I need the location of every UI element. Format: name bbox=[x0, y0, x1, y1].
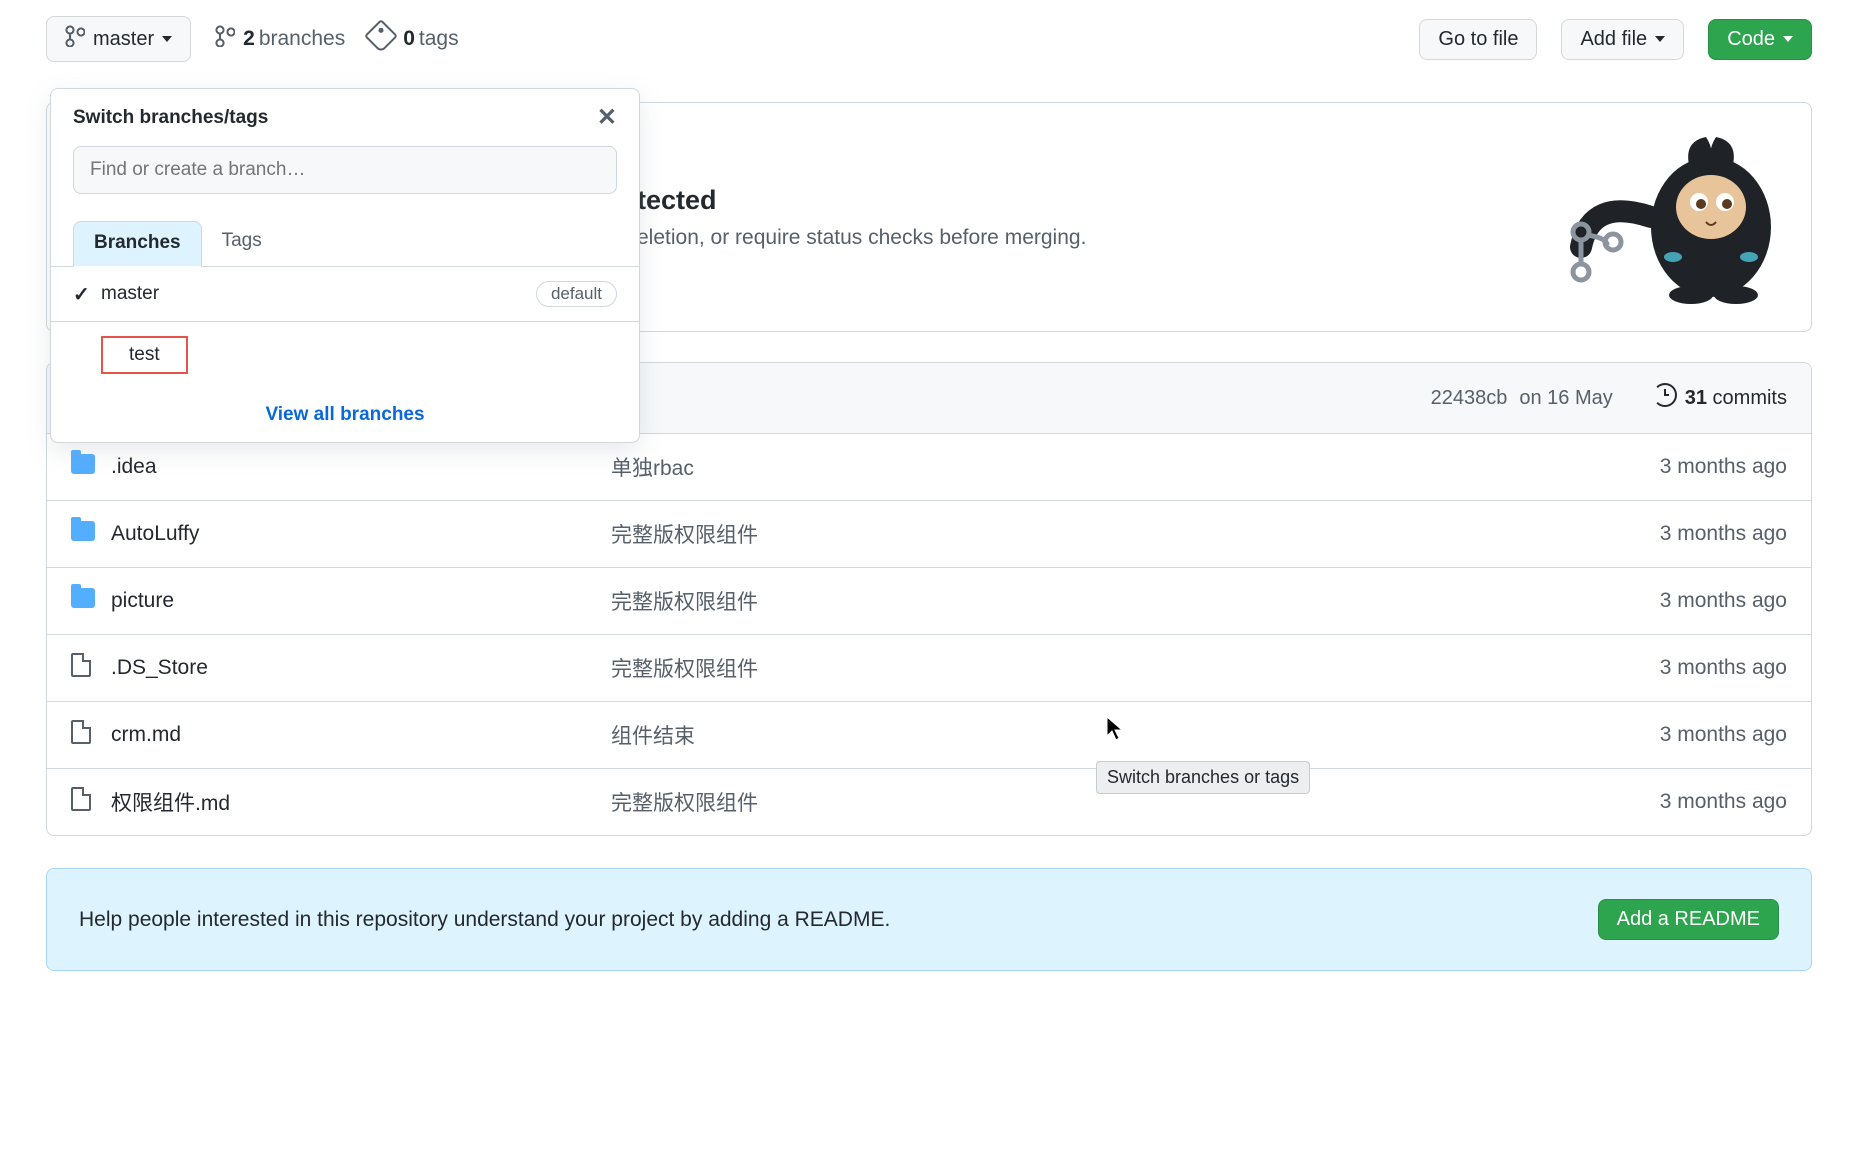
branch-name: master bbox=[101, 283, 159, 305]
folder-icon bbox=[71, 521, 95, 541]
file-row[interactable]: AutoLuffy完整版权限组件3 months ago bbox=[47, 501, 1811, 568]
commits-count: 31 bbox=[1685, 387, 1707, 410]
commit-sha[interactable]: 22438cb bbox=[1431, 387, 1508, 410]
folder-icon bbox=[71, 454, 95, 474]
branch-item-test[interactable]: test bbox=[51, 322, 639, 388]
history-icon bbox=[1653, 383, 1685, 413]
tags-link[interactable]: 0 tags bbox=[369, 24, 458, 54]
chevron-down-icon bbox=[1783, 36, 1793, 42]
commit-message[interactable]: 完整版权限组件 bbox=[611, 653, 1567, 683]
add-file-button[interactable]: Add file bbox=[1561, 19, 1684, 60]
commits-label: commits bbox=[1713, 387, 1787, 410]
branch-icon bbox=[65, 25, 93, 53]
readme-prompt-text: Help people interested in this repositor… bbox=[79, 908, 890, 932]
tags-count: 0 bbox=[403, 27, 415, 51]
default-badge: default bbox=[536, 281, 617, 307]
commit-message[interactable]: 完整版权限组件 bbox=[611, 586, 1567, 616]
popover-title: Switch branches/tags bbox=[73, 107, 268, 129]
file-name[interactable]: crm.md bbox=[111, 723, 611, 747]
view-all-branches-link[interactable]: View all branches bbox=[51, 388, 639, 442]
file-name[interactable]: .idea bbox=[111, 455, 611, 479]
file-icon bbox=[71, 720, 91, 744]
file-row[interactable]: .idea单独rbac3 months ago bbox=[47, 434, 1811, 501]
file-age: 3 months ago bbox=[1567, 589, 1787, 613]
branch-item-master[interactable]: ✓master default bbox=[51, 267, 639, 322]
tab-branches[interactable]: Branches bbox=[73, 221, 202, 267]
file-name[interactable]: .DS_Store bbox=[111, 656, 611, 680]
code-label: Code bbox=[1727, 28, 1775, 51]
go-to-file-button[interactable]: Go to file bbox=[1419, 19, 1537, 60]
file-row[interactable]: picture完整版权限组件3 months ago bbox=[47, 568, 1811, 635]
commits-link[interactable]: 31 commits bbox=[1653, 383, 1787, 413]
branches-label: branches bbox=[259, 27, 345, 51]
branch-switcher-popover: Switch branches/tags ✕ Branches Tags ✓ma… bbox=[50, 88, 640, 443]
readme-prompt: Help people interested in this repositor… bbox=[46, 868, 1812, 971]
octocat-illustration bbox=[1521, 127, 1781, 307]
code-button[interactable]: Code bbox=[1708, 19, 1812, 60]
file-age: 3 months ago bbox=[1567, 656, 1787, 680]
file-age: 3 months ago bbox=[1567, 522, 1787, 546]
branch-name: test bbox=[101, 336, 188, 374]
file-age: 3 months ago bbox=[1567, 723, 1787, 747]
commit-message[interactable]: 完整版权限组件 bbox=[611, 519, 1567, 549]
commit-message[interactable]: 完整版权限组件 bbox=[611, 787, 1567, 817]
file-name[interactable]: 权限组件.md bbox=[111, 787, 611, 817]
file-icon bbox=[71, 787, 91, 811]
add-readme-button[interactable]: Add a README bbox=[1598, 899, 1779, 940]
tags-label: tags bbox=[419, 27, 459, 51]
branches-count: 2 bbox=[243, 27, 255, 51]
tag-icon bbox=[369, 24, 403, 54]
cursor-icon bbox=[1106, 716, 1126, 742]
file-icon bbox=[71, 653, 91, 677]
tooltip: Switch branches or tags bbox=[1096, 761, 1310, 794]
commit-message[interactable]: 单独rbac bbox=[611, 452, 1567, 482]
file-name[interactable]: picture bbox=[111, 589, 611, 613]
file-row[interactable]: .DS_Store完整版权限组件3 months ago bbox=[47, 635, 1811, 702]
check-icon: ✓ bbox=[73, 282, 101, 307]
folder-icon bbox=[71, 588, 95, 608]
branch-icon bbox=[215, 25, 243, 53]
file-name[interactable]: AutoLuffy bbox=[111, 522, 611, 546]
file-age: 3 months ago bbox=[1567, 455, 1787, 479]
tab-tags[interactable]: Tags bbox=[202, 220, 282, 266]
file-row[interactable]: 权限组件.md完整版权限组件3 months ago bbox=[47, 769, 1811, 835]
file-row[interactable]: crm.md组件结束3 months ago bbox=[47, 702, 1811, 769]
commit-message[interactable]: 组件结束 bbox=[611, 720, 1567, 750]
branch-search-input[interactable] bbox=[73, 146, 617, 194]
commit-date: on 16 May bbox=[1519, 387, 1612, 410]
branch-switcher-button[interactable]: master bbox=[46, 16, 191, 62]
close-icon[interactable]: ✕ bbox=[597, 103, 617, 132]
chevron-down-icon bbox=[1655, 36, 1665, 42]
current-branch-label: master bbox=[93, 28, 154, 51]
add-file-label: Add file bbox=[1580, 28, 1647, 51]
file-age: 3 months ago bbox=[1567, 790, 1787, 814]
branches-link[interactable]: 2 branches bbox=[215, 25, 345, 53]
chevron-down-icon bbox=[162, 36, 172, 42]
